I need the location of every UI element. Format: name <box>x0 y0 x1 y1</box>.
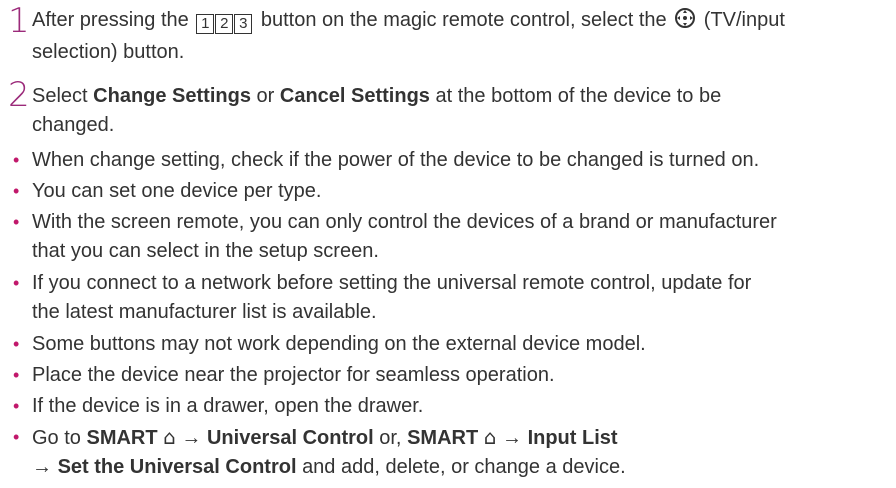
bullet-text: You can set one device per type. <box>32 180 322 202</box>
set-universal-control-label: Set the Universal Control <box>57 456 297 478</box>
change-settings-label: Change Settings <box>93 85 251 107</box>
input-list-label: Input List <box>527 427 618 449</box>
bullet-line: that you can select in the setup screen. <box>32 240 379 262</box>
arrow-icon: → <box>502 427 522 449</box>
step-text-part: selection) button. <box>32 41 185 63</box>
step-text-part: Select <box>32 85 88 107</box>
home-icon: ⌂ <box>163 425 176 449</box>
bullet-dot: • <box>13 150 20 170</box>
key-digit: 2 <box>215 14 234 34</box>
bullet-dot: • <box>13 334 20 354</box>
key-123-icon: 123 <box>196 8 253 37</box>
bullet-line: the latest manufacturer list is availabl… <box>32 301 377 323</box>
bullet-dot: • <box>13 427 20 447</box>
bullet-dot: • <box>13 181 20 201</box>
step-text-part: at the bottom of the device to be <box>435 85 722 107</box>
bullet-text: Go to SMART ⌂ → Universal Control or, SM… <box>32 423 884 482</box>
home-icon: ⌂ <box>483 425 497 449</box>
step-text: After pressing the 123 button on the mag… <box>32 6 884 67</box>
bullet-line: and add, delete, or change a device. <box>302 456 626 478</box>
bullet-text: With the screen remote, you can only con… <box>32 208 884 266</box>
bullet-text: Place the device near the projector for … <box>32 364 555 386</box>
bullet-dot: • <box>13 212 20 232</box>
smart-label: SMART <box>86 427 158 449</box>
step-text-part: button on the magic remote control, sele… <box>260 9 667 31</box>
bullet-text: Some buttons may not work depending on t… <box>32 333 646 355</box>
tv-input-selection-icon <box>674 7 696 38</box>
step-text-part: After pressing the <box>32 9 189 31</box>
step-text-part: changed. <box>32 114 115 136</box>
bullet-text: If the device is in a drawer, open the d… <box>32 395 424 417</box>
key-digit: 3 <box>234 14 253 34</box>
bullet-line: If you connect to a network before setti… <box>32 272 752 294</box>
step-text: Select Change Settings or Cancel Setting… <box>32 82 884 140</box>
document-page: 1 After pressing the 123 button on the m… <box>0 0 896 488</box>
bullet-dot: • <box>13 273 20 293</box>
step-text-part: or <box>256 85 275 107</box>
step-number: 2 <box>8 75 30 115</box>
key-digit: 1 <box>196 14 215 34</box>
universal-control-label: Universal Control <box>206 427 374 449</box>
smart-label: SMART <box>407 427 479 449</box>
arrow-icon: → <box>32 456 52 478</box>
bullet-dot: • <box>13 365 20 385</box>
cancel-settings-label: Cancel Settings <box>279 85 430 107</box>
step-1: 1 After pressing the 123 button on the m… <box>0 4 896 66</box>
step-number: 1 <box>8 1 30 41</box>
bullet-line: or, <box>379 427 402 449</box>
bullet-line: With the screen remote, you can only con… <box>32 211 777 233</box>
step-text-part: (TV/input <box>703 9 785 31</box>
arrow-icon: → <box>181 427 202 449</box>
bullet-text: If you connect to a network before setti… <box>32 269 884 327</box>
bullet-dot: • <box>13 396 20 416</box>
bullet-line: Go to <box>32 427 81 449</box>
bullet-text: When change setting, check if the power … <box>32 149 760 171</box>
step-2: 2 Select Change Settings or Cancel Setti… <box>0 78 896 140</box>
